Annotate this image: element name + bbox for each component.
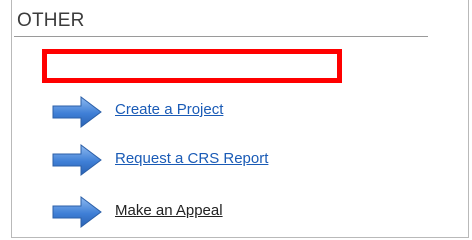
create-project-link[interactable]: Create a Project [115,101,223,118]
section-title: OTHER [17,10,85,31]
link-row-create-project[interactable]: Create a Project [49,94,223,130]
link-row-request-crs-report[interactable]: Request a CRS Report [49,142,268,178]
request-crs-report-link[interactable]: Request a CRS Report [115,150,268,167]
make-appeal-link[interactable]: Make an Appeal [115,202,223,219]
right-arrow-icon [52,144,102,176]
highlight-box [42,49,342,83]
link-row-make-appeal[interactable]: Make an Appeal [49,194,223,230]
title-divider [14,36,428,37]
right-arrow-icon [52,196,102,228]
right-arrow-icon [52,96,102,128]
